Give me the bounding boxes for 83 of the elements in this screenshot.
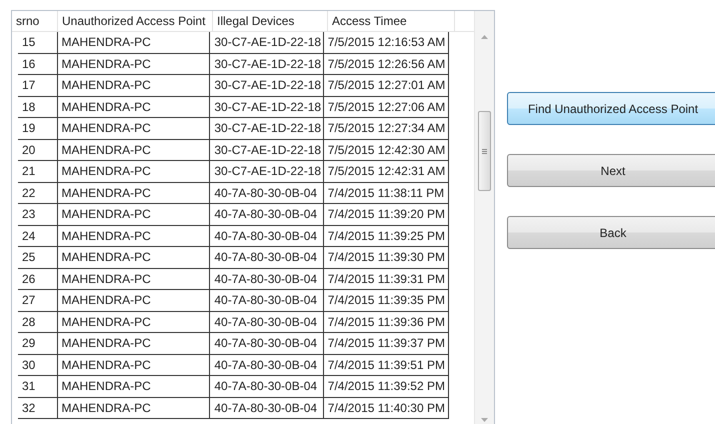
table-cell: MAHENDRA-PC bbox=[58, 75, 210, 96]
table-cell: 7/5/2015 12:16:53 AM bbox=[324, 32, 450, 52]
table-cell: MAHENDRA-PC bbox=[58, 247, 210, 268]
table-cell: 40-7A-80-30-0B-04 bbox=[210, 312, 324, 332]
table-cell: 7/4/2015 11:39:30 PM bbox=[324, 247, 450, 268]
table-cell: MAHENDRA-PC bbox=[58, 96, 210, 117]
table-cell: 28 bbox=[18, 312, 58, 332]
action-button[interactable]: Next bbox=[507, 154, 715, 187]
table-cell: MAHENDRA-PC bbox=[58, 290, 210, 310]
table-cell: 7/5/2015 12:26:56 AM bbox=[324, 54, 450, 74]
table-cell: 20 bbox=[18, 140, 58, 160]
table-cell: 7/4/2015 11:39:51 PM bbox=[324, 354, 450, 375]
table-cell: 7/4/2015 11:39:31 PM bbox=[324, 268, 450, 289]
table-cell: 26 bbox=[18, 268, 58, 289]
table-cell: MAHENDRA-PC bbox=[58, 333, 210, 354]
action-button[interactable]: Find Unauthorized Access Point bbox=[507, 92, 715, 125]
scroll-down-icon[interactable] bbox=[481, 418, 488, 422]
table-cell: 30-C7-AE-1D-22-18 bbox=[210, 32, 324, 52]
table-cell: 19 bbox=[18, 118, 58, 138]
table-cell: 25 bbox=[18, 247, 58, 268]
table-cell: 7/5/2015 12:27:06 AM bbox=[324, 96, 450, 117]
table-cell: MAHENDRA-PC bbox=[58, 54, 210, 74]
table-cell: MAHENDRA-PC bbox=[58, 354, 210, 375]
table-cell: 22 bbox=[18, 182, 58, 203]
table-cell: 40-7A-80-30-0B-04 bbox=[210, 354, 324, 375]
table-cell: 40-7A-80-30-0B-04 bbox=[210, 376, 324, 396]
table-cell: 30-C7-AE-1D-22-18 bbox=[210, 96, 324, 117]
table-cell: MAHENDRA-PC bbox=[58, 182, 210, 203]
table-cell: 32 bbox=[18, 398, 58, 418]
table-cell: MAHENDRA-PC bbox=[58, 161, 210, 182]
scroll-up-icon[interactable] bbox=[481, 35, 488, 39]
table-cell: 7/5/2015 12:42:31 AM bbox=[324, 161, 450, 182]
table-cell: 40-7A-80-30-0B-04 bbox=[210, 204, 324, 224]
table-cell: 7/4/2015 11:40:30 PM bbox=[324, 398, 450, 418]
table-cell: 27 bbox=[18, 290, 58, 310]
column-header[interactable]: Illegal Devices bbox=[213, 11, 328, 31]
table-cell: MAHENDRA-PC bbox=[58, 398, 210, 418]
table-cell: 40-7A-80-30-0B-04 bbox=[210, 333, 324, 354]
table-cell: 18 bbox=[18, 96, 58, 117]
table-cell: 7/5/2015 12:27:34 AM bbox=[324, 118, 450, 138]
scrollbar[interactable] bbox=[474, 11, 494, 424]
table-cell: 30-C7-AE-1D-22-18 bbox=[210, 118, 324, 138]
table-cell: 30-C7-AE-1D-22-18 bbox=[210, 140, 324, 160]
table-cell: 31 bbox=[18, 376, 58, 396]
table-cell: MAHENDRA-PC bbox=[58, 118, 210, 138]
table-cell: 7/4/2015 11:39:52 PM bbox=[324, 376, 450, 396]
table-cell: 40-7A-80-30-0B-04 bbox=[210, 398, 324, 418]
table-cell: 29 bbox=[18, 333, 58, 354]
table-cell: 40-7A-80-30-0B-04 bbox=[210, 226, 324, 246]
table-cell: 40-7A-80-30-0B-04 bbox=[210, 290, 324, 310]
table-cell: 7/4/2015 11:39:37 PM bbox=[324, 333, 450, 354]
table-cell: 21 bbox=[18, 161, 58, 182]
table-cell: MAHENDRA-PC bbox=[58, 204, 210, 224]
table-cell: 7/4/2015 11:38:11 PM bbox=[324, 182, 450, 203]
table-cell: 30-C7-AE-1D-22-18 bbox=[210, 161, 324, 182]
table-cell: 7/5/2015 12:27:01 AM bbox=[324, 75, 450, 96]
table-cell: 7/4/2015 11:39:20 PM bbox=[324, 204, 450, 224]
table-cell: 40-7A-80-30-0B-04 bbox=[210, 182, 324, 203]
table-cell: MAHENDRA-PC bbox=[58, 312, 210, 332]
table-cell: MAHENDRA-PC bbox=[58, 268, 210, 289]
table-cell: 15 bbox=[18, 32, 58, 52]
table-cell: 30-C7-AE-1D-22-18 bbox=[210, 54, 324, 74]
table-cell: 16 bbox=[18, 54, 58, 74]
action-button[interactable]: Back bbox=[507, 216, 715, 249]
table-cell: 7/5/2015 12:42:30 AM bbox=[324, 140, 450, 160]
table-cell: 17 bbox=[18, 75, 58, 96]
table-cell: 7/4/2015 11:39:36 PM bbox=[324, 312, 450, 332]
column-header[interactable]: srno bbox=[12, 11, 58, 31]
table-cell: 40-7A-80-30-0B-04 bbox=[210, 247, 324, 268]
column-header[interactable]: Unauthorized Access Point bbox=[58, 11, 213, 31]
table-cell: MAHENDRA-PC bbox=[58, 140, 210, 160]
table-cell: 23 bbox=[18, 204, 58, 224]
table-cell: MAHENDRA-PC bbox=[58, 376, 210, 396]
scroll-thumb[interactable] bbox=[478, 111, 492, 191]
table-cell: 40-7A-80-30-0B-04 bbox=[210, 268, 324, 289]
column-header[interactable]: Access Timee bbox=[328, 11, 455, 31]
table-cell: 7/4/2015 11:39:25 PM bbox=[324, 226, 450, 246]
table-cell: 30-C7-AE-1D-22-18 bbox=[210, 75, 324, 96]
table-cell: MAHENDRA-PC bbox=[58, 32, 210, 52]
table-cell: MAHENDRA-PC bbox=[58, 226, 210, 246]
table-cell: 24 bbox=[18, 226, 58, 246]
table-cell: 30 bbox=[18, 354, 58, 375]
table-cell: 7/4/2015 11:39:35 PM bbox=[324, 290, 450, 310]
